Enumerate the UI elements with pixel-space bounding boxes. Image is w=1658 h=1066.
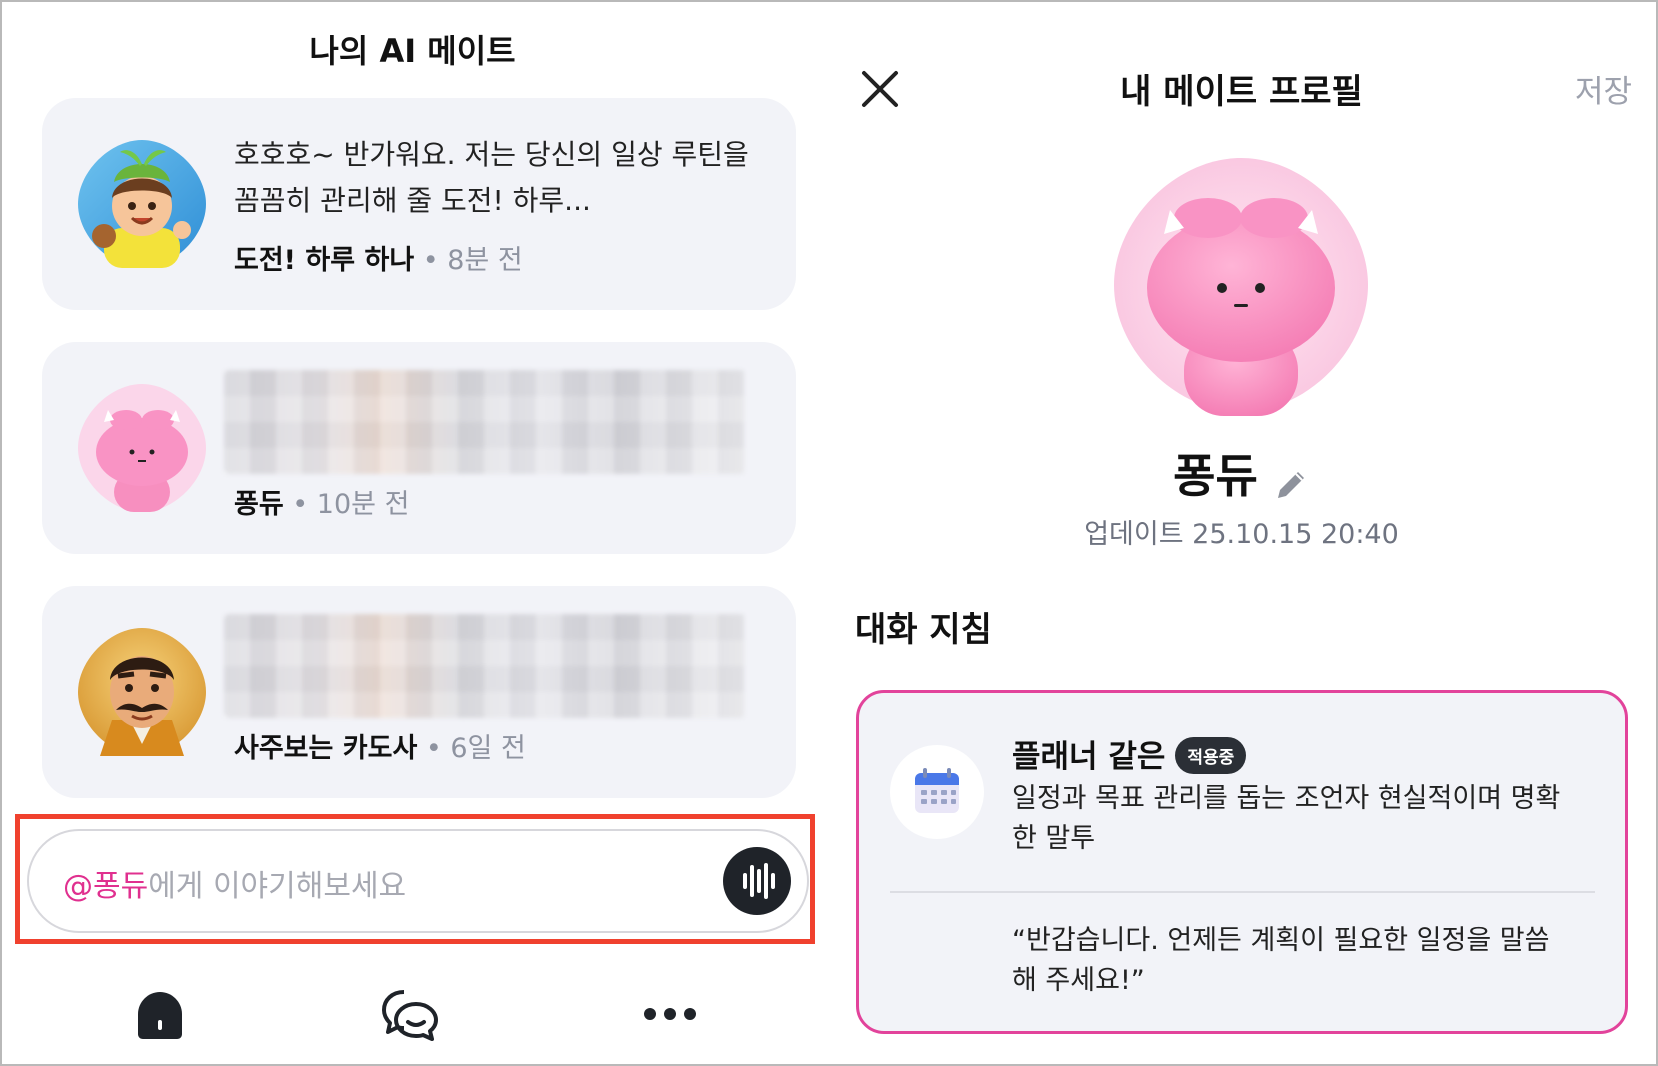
guide-name: 플래너 같은	[1012, 739, 1166, 775]
chat-card[interactable]: 사주보는 카도사 • 6일 전	[42, 586, 796, 798]
mate-profile-pane: 내 메이트 프로필 저장 퐁듀 업데이트 25.10.15 20:40 대화 지…	[825, 0, 1658, 1062]
guide-example-quote: “반갑습니다. 언제든 계획이 필요한 일정을 말씀해 주세요!”	[1012, 925, 1550, 996]
message-input[interactable]: @퐁듀에게 이야기해보세요	[27, 829, 809, 933]
mention-tag: @퐁듀	[63, 869, 149, 904]
status-badge: 적용중	[1175, 737, 1247, 774]
chat-meta: 퐁듀 • 10분 전	[234, 482, 409, 521]
tab-more[interactable]	[640, 984, 700, 1044]
mate-name: 퐁듀	[234, 489, 284, 520]
chat-time: • 8분 전	[422, 245, 523, 276]
save-button[interactable]: 저장	[1575, 66, 1632, 111]
sprout-boy-avatar	[78, 140, 206, 268]
section-title: 대화 지침	[855, 610, 992, 650]
blurred-message	[224, 614, 744, 718]
chat-card[interactable]: 퐁듀 • 10분 전	[42, 342, 796, 554]
profile-avatar[interactable]	[1110, 154, 1372, 416]
input-placeholder: @퐁듀에게 이야기해보세요	[63, 861, 406, 905]
calendar-icon	[915, 768, 959, 813]
page-title: 나의 AI 메이트	[309, 32, 516, 70]
voice-wave-icon	[743, 863, 775, 899]
chat-card[interactable]: 호호호~ 반가워요. 저는 당신의 일상 루틴을 꼼꼼히 관리해 줄 도전! 하…	[42, 98, 796, 310]
more-icon	[644, 1008, 696, 1020]
tab-chat[interactable]	[380, 984, 440, 1044]
profile-title: 내 메이트 프로필	[1120, 72, 1363, 112]
profile-name-row: 퐁듀	[825, 440, 1658, 506]
tab-home[interactable]	[130, 984, 190, 1044]
chat-meta: 사주보는 카도사 • 6일 전	[234, 726, 526, 765]
voice-button[interactable]	[723, 847, 791, 915]
updated-timestamp: 업데이트 25.10.15 20:40	[1084, 519, 1399, 550]
guide-title-row: 플래너 같은 적용중	[1012, 731, 1247, 777]
mate-name: 도전! 하루 하나	[234, 245, 415, 276]
placeholder-text: 에게 이야기해보세요	[148, 869, 407, 904]
calendar-icon-wrap	[890, 745, 984, 839]
mate-name: 사주보는 카도사	[234, 733, 418, 764]
mustache-man-avatar	[78, 628, 206, 756]
home-icon	[138, 992, 182, 1039]
profile-name: 퐁듀	[1173, 449, 1258, 503]
pencil-icon	[1277, 471, 1304, 498]
pink-mochi-avatar	[78, 384, 206, 512]
divider	[890, 891, 1595, 893]
blurred-message	[224, 370, 744, 474]
chat-icon	[382, 990, 438, 1041]
edit-name-button[interactable]	[1272, 461, 1310, 499]
conversation-guide-card[interactable]: 플래너 같은 적용중 일정과 목표 관리를 돕는 조언자 현실적이며 명확한 말투…	[856, 690, 1628, 1034]
guide-description: 일정과 목표 관리를 돕는 조언자 현실적이며 명확한 말투	[1012, 783, 1561, 854]
chat-meta: 도전! 하루 하나 • 8분 전	[234, 238, 523, 277]
chat-time: • 6일 전	[425, 733, 526, 764]
chat-preview-text: 호호호~ 반가워요. 저는 당신의 일상 루틴을 꼼꼼히 관리해 줄 도전! 하…	[234, 138, 749, 217]
mate-list-pane: 나의 AI 메이트 호호호~ 반가워요. 저는 당신의 일상 루틴을 꼼꼼히 관…	[0, 0, 825, 1062]
chat-time: • 10분 전	[292, 489, 410, 520]
